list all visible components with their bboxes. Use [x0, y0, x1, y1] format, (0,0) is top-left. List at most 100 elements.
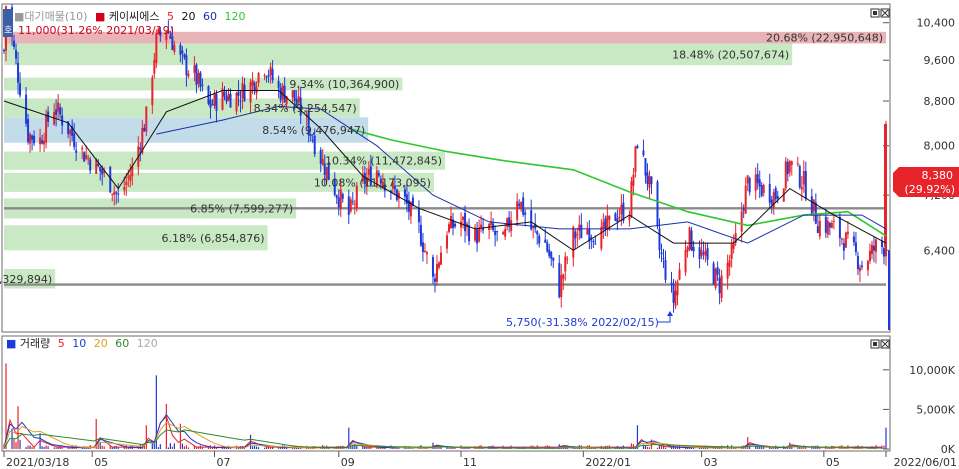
candle-body — [686, 247, 689, 252]
candle-body — [311, 140, 314, 142]
candle-body — [690, 230, 693, 251]
candle-body — [351, 201, 354, 203]
candle-body — [712, 263, 715, 285]
candle-body — [197, 73, 200, 84]
candle-body — [602, 221, 605, 229]
candle-body — [790, 161, 793, 166]
candle-body — [510, 220, 513, 232]
candle-body — [786, 162, 789, 174]
candle-body — [243, 84, 246, 102]
candle-body — [748, 178, 751, 193]
candle-body — [866, 261, 869, 271]
candle-body — [580, 224, 583, 239]
candle-body — [55, 109, 58, 115]
candle-body — [111, 193, 114, 195]
candle-body — [480, 224, 483, 228]
candle-body — [225, 96, 228, 102]
candle-body — [560, 275, 563, 298]
candle-body — [468, 225, 471, 242]
price-y-axis: 10,4009,6008,8008,0007,2006,400 — [883, 17, 956, 257]
candle-body — [762, 184, 765, 194]
candle-body — [185, 55, 188, 76]
candle-body — [844, 232, 847, 248]
candle-body — [179, 45, 182, 55]
candle-body — [574, 231, 577, 239]
volume-band-label: 6.85% (7,599,277) — [190, 202, 293, 215]
volume-band-label: 8.34% (9,254,547) — [254, 102, 357, 115]
candle-body — [13, 40, 16, 47]
candle-body — [494, 230, 497, 236]
candle-body — [313, 135, 316, 155]
candle-body — [768, 183, 771, 203]
x-tick-label: 09 — [341, 456, 355, 469]
candle-body — [770, 199, 773, 205]
candle-body — [195, 64, 198, 85]
candle-body — [293, 90, 296, 101]
candle-body — [660, 252, 663, 255]
candle-body — [586, 229, 589, 235]
candle-body — [508, 217, 511, 227]
volume-y-tick-label: 10,000K — [909, 364, 955, 377]
candle-body — [253, 82, 256, 92]
candle-body — [251, 80, 254, 86]
candle-body — [536, 231, 539, 235]
candle-body — [319, 149, 322, 164]
candle-body — [796, 163, 799, 165]
candle-body — [698, 247, 701, 260]
candle-body — [860, 265, 863, 268]
candle-body — [397, 192, 400, 199]
candle-body — [774, 188, 777, 200]
candle-body — [504, 229, 507, 237]
y-tick-label: 6,400 — [924, 244, 956, 257]
volume-band-label: 20.68% (22,950,648) — [766, 32, 883, 45]
candle-body — [95, 159, 98, 174]
candle-body — [187, 73, 190, 77]
legend-ma5: 5 — [167, 10, 174, 23]
candle-body — [249, 82, 252, 103]
candle-body — [193, 65, 196, 73]
candle-body — [558, 263, 561, 298]
candle-body — [277, 80, 280, 88]
candle-body — [99, 166, 102, 172]
x-tick-label: 2022/06/01 — [894, 456, 957, 469]
candle-body — [85, 154, 88, 159]
candle-body — [562, 274, 565, 280]
candle-body — [854, 242, 857, 252]
candle-body — [620, 204, 623, 215]
candle-body — [644, 158, 647, 176]
candle-body — [183, 54, 186, 58]
candle-body — [874, 239, 877, 252]
candle-body — [478, 227, 481, 242]
candle-body — [882, 248, 885, 257]
candle-body — [816, 226, 819, 234]
candle-body — [868, 250, 871, 262]
candle-body — [281, 85, 284, 99]
candle-body — [173, 44, 176, 52]
candle-body — [756, 173, 759, 184]
candle-body — [714, 268, 717, 288]
candle-body — [15, 50, 18, 59]
candle-body — [75, 150, 78, 153]
candle-body — [39, 137, 42, 145]
candle-body — [618, 216, 621, 219]
svg-text:■대기매물(10) ■ 케이씨에스: ■대기매물(10) ■ 케이씨에스 5 20 60 120 — [14, 10, 245, 23]
x-tick-label: 2022/01 — [585, 456, 631, 469]
candle-body — [678, 269, 681, 280]
volume-band-label: 8.54% (9,476,947) — [262, 124, 365, 137]
candle-body — [279, 87, 282, 101]
candle-body — [664, 259, 667, 280]
candle-body — [33, 135, 36, 144]
candle-body — [742, 208, 745, 211]
candle-body — [153, 59, 156, 74]
candle-body — [858, 267, 861, 272]
candle-body — [670, 282, 673, 284]
candle-body — [616, 218, 619, 222]
candle-body — [740, 211, 743, 232]
candle-body — [101, 169, 104, 175]
legend-prefix: ■대기매물(10) — [14, 10, 87, 23]
candle-body — [592, 240, 595, 243]
candle-body — [546, 242, 549, 252]
candle-body — [658, 228, 661, 251]
candle-body — [199, 72, 202, 87]
candle-body — [520, 201, 523, 210]
